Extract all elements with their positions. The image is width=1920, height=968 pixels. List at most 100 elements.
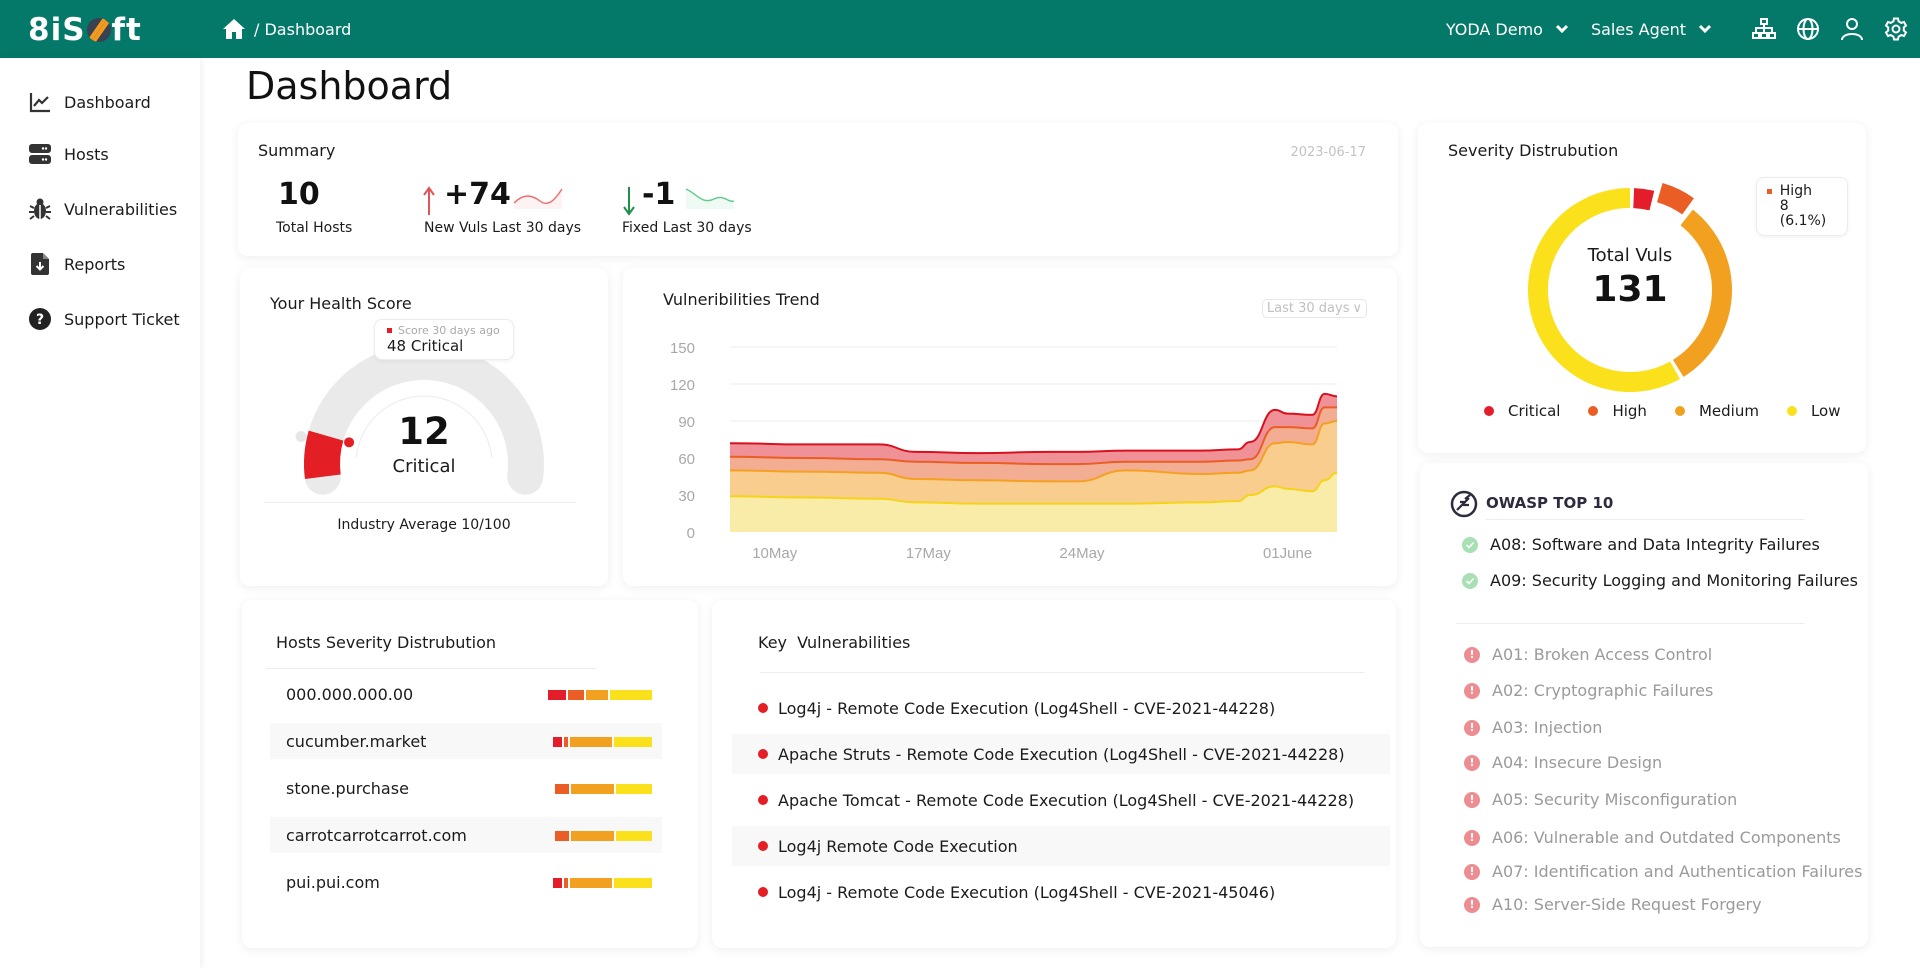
owasp-failed-item[interactable]: ! A05: Security Misconfiguration [1464,790,1737,809]
sidebar-item-dashboard[interactable]: Dashboard [28,90,151,114]
owasp-failed-item[interactable]: ! A03: Injection [1464,718,1602,737]
gear-icon[interactable] [1882,15,1910,43]
user-icon[interactable] [1838,15,1866,43]
key-vuln-label: Log4j Remote Code Execution [778,836,1018,856]
key-vuln-item[interactable]: Apache Tomcat - Remote Code Execution (L… [732,780,1390,820]
divider [266,668,596,669]
globe-icon[interactable] [1794,15,1822,43]
new-vuls-label: New Vuls Last 30 days [424,220,582,236]
bar-segment-low [616,831,652,841]
chevron-down-icon [1555,24,1569,34]
bug-icon [28,197,52,221]
donut-total: 131 [1592,269,1668,310]
trend-chart: 0 30 60 90 120 150 10May 17May 24May 01June [670,340,1338,562]
host-row[interactable]: carrotcarrotcarrot.com [270,817,662,853]
owasp-passed-item[interactable]: A09: Security Logging and Monitoring Fai… [1462,571,1858,590]
donut-slice-critical[interactable] [1633,188,1655,211]
host-row[interactable]: stone.purchase [270,770,662,806]
sidebar-item-hosts[interactable]: Hosts [28,142,109,166]
y-tick-label: 120 [670,377,695,394]
alert-circle-icon: ! [1464,754,1480,771]
owasp-item-label: A09: Security Logging and Monitoring Fai… [1490,571,1858,590]
home-icon[interactable] [222,18,246,40]
owasp-failed-item[interactable]: ! A01: Broken Access Control [1464,645,1712,664]
legend-item-low[interactable]: Low [1786,402,1841,420]
owasp-item-label: A02: Cryptographic Failures [1492,681,1714,700]
owasp-failed-item[interactable]: ! A02: Cryptographic Failures [1464,681,1713,700]
previous-score-tooltip: Score 30 days ago 48 Critical [374,319,514,360]
bar-segment-medium [571,784,614,794]
legend-label: Low [1810,402,1841,420]
owasp-passed-item[interactable]: A08: Software and Data Integrity Failure… [1462,535,1820,554]
health-score-level: Critical [392,456,456,477]
logo-text-left: 8iS [28,12,86,48]
host-row[interactable]: 000.000.000.00 [270,676,662,712]
y-tick-label: 90 [678,414,695,431]
summary-card: Summary 2023-06-17 10 Total Hosts +74 Ne… [238,123,1398,256]
org-dropdown[interactable]: YODA Demo [1446,20,1569,39]
breadcrumb: / Dashboard [222,18,351,40]
owasp-item-label: A10: Server-Side Request Forgery [1492,895,1762,914]
host-severity-bar [551,878,652,888]
key-vuln-label: Log4j - Remote Code Execution (Log4Shell… [778,698,1276,718]
key-vuln-item[interactable]: Apache Struts - Remote Code Execution (L… [732,734,1390,774]
fixed-label: Fixed Last 30 days [622,220,752,236]
svg-text:?: ? [36,312,44,328]
bar-segment-medium [570,878,612,888]
host-row[interactable]: pui.pui.com [270,864,662,900]
legend-item-high[interactable]: High [1588,402,1647,420]
owasp-card: OWASP TOP 10 A08: Software and Data Inte… [1420,463,1868,947]
sidebar-item-reports[interactable]: Reports [28,252,125,276]
logo[interactable]: 8iS ft [28,12,142,48]
alert-circle-icon: ! [1464,791,1480,808]
summary-title: Summary [258,141,336,160]
x-tick-label: 17May [906,545,952,562]
alert-circle-icon: ! [1464,646,1480,663]
owasp-logo-icon [1450,490,1478,518]
severity-dot [758,841,768,851]
legend-label: High [1612,402,1647,420]
hosts-severity-card: Hosts Severity Distrubution 000.000.000.… [242,600,698,948]
key-vuln-label: Apache Tomcat - Remote Code Execution (L… [778,790,1355,810]
owasp-item-label: A08: Software and Data Integrity Failure… [1490,535,1820,554]
bar-segment-medium [586,690,608,700]
bar-segment-high [555,784,569,794]
owasp-failed-item[interactable]: ! A10: Server-Side Request Forgery [1464,895,1762,914]
role-dropdown[interactable]: Sales Agent [1591,20,1712,39]
bar-segment-low [614,878,652,888]
divider [760,672,1364,673]
legend-label: Medium [1698,402,1759,420]
key-vuln-label: Log4j - Remote Code Execution (Log4Shell… [778,882,1276,902]
divider [1456,623,1804,624]
sidebar-item-support-ticket[interactable]: ? Support Ticket [28,307,180,331]
legend-item-critical[interactable]: Critical [1484,402,1560,420]
new-vuls-sparkline [513,188,563,209]
alert-circle-icon: ! [1464,682,1480,699]
sidebar-item-vulnerabilities[interactable]: Vulnerabilities [28,197,177,221]
owasp-item-label: A04: Insecure Design [1492,753,1663,772]
sidebar-item-label: Vulnerabilities [64,199,178,219]
server-icon [28,142,52,166]
industry-average: Industry Average 10/100 [337,517,511,533]
key-vuln-item[interactable]: Log4j - Remote Code Execution (Log4Shell… [732,688,1390,728]
legend-dot [1588,406,1599,416]
owasp-failed-item[interactable]: ! A04: Insecure Design [1464,753,1662,772]
key-vuln-item[interactable]: Log4j - Remote Code Execution (Log4Shell… [732,872,1390,912]
breadcrumb-current: / Dashboard [254,19,352,39]
owasp-failed-item[interactable]: ! A07: Identification and Authentication … [1464,862,1862,881]
x-tick-label: 10May [752,545,798,562]
bar-segment-medium [570,737,612,747]
logo-mark-icon [86,18,111,42]
sidebar-item-label: Hosts [64,144,109,164]
sitemap-icon[interactable] [1750,15,1778,43]
chart-line-icon [28,90,52,114]
legend-item-medium[interactable]: Medium [1674,402,1759,420]
donut-slice-high[interactable] [1657,182,1694,215]
bar-segment-medium [571,831,614,841]
owasp-failed-item[interactable]: ! A06: Vulnerable and Outdated Components [1464,828,1841,847]
alert-circle-icon: ! [1464,719,1480,736]
tooltip-label: Score 30 days ago [398,324,500,337]
tooltip-marker [1767,189,1772,194]
key-vuln-item[interactable]: Log4j Remote Code Execution [732,826,1390,866]
host-row[interactable]: cucumber.market [270,723,662,759]
